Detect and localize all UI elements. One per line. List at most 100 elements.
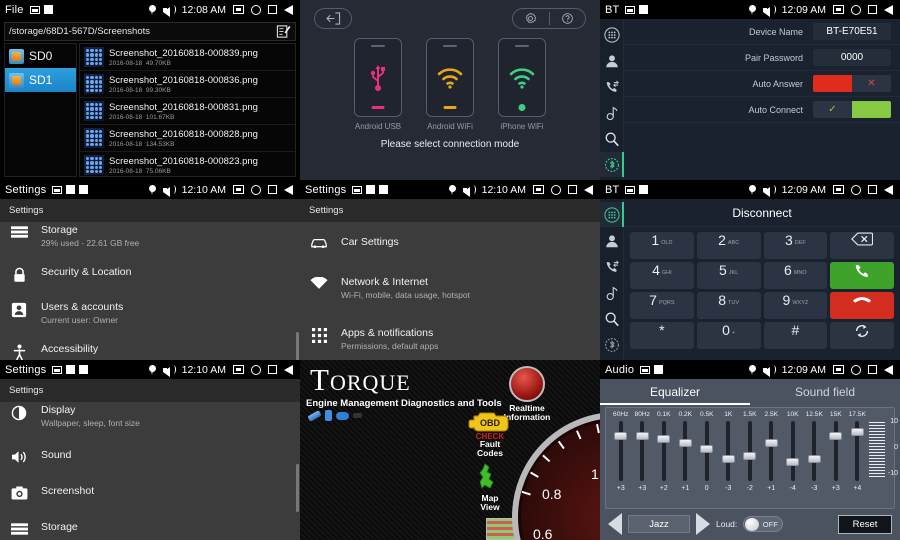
screenshot-icon[interactable] — [233, 5, 244, 14]
auto-answer-toggle[interactable]: ✕ — [813, 75, 891, 92]
scrollbar[interactable] — [296, 332, 299, 360]
settings-item-screenshot[interactable]: Screenshot — [0, 473, 300, 509]
home-icon[interactable] — [251, 5, 261, 15]
list-item[interactable]: Screenshot_20160818-000828.png 2016-08-1… — [80, 125, 295, 152]
reset-button[interactable]: Reset — [838, 515, 892, 534]
band-slider[interactable] — [855, 421, 859, 481]
sidebar-item-search[interactable] — [600, 306, 624, 331]
sidebar-item-contacts[interactable] — [600, 228, 624, 253]
path-bar[interactable]: /storage/68D1-567D/Screenshots — [4, 22, 296, 41]
key-5[interactable]: 5JKL — [697, 262, 761, 289]
drive-item-sd0[interactable]: SD0 — [5, 44, 76, 68]
settings-item-sound[interactable]: Sound — [0, 437, 300, 473]
band-slider[interactable] — [619, 421, 623, 481]
back-icon[interactable] — [884, 185, 893, 195]
sidebar-item-call-history[interactable] — [600, 74, 624, 99]
settings-item-storage[interactable]: Storage — [0, 509, 300, 540]
recents-icon[interactable] — [268, 185, 277, 194]
map-view-icon[interactable] — [468, 463, 512, 496]
band-slider[interactable] — [812, 421, 816, 481]
settings-item-car-settings[interactable]: Car Settings — [300, 222, 600, 258]
back-icon[interactable] — [284, 365, 293, 375]
sidebar-item-search[interactable] — [600, 126, 624, 151]
scrollbar[interactable] — [296, 464, 299, 512]
dialer-title[interactable]: Disconnect — [624, 199, 900, 227]
list-item[interactable]: Screenshot_20160818-000823.png 2016-08-1… — [80, 152, 295, 177]
band-slider[interactable] — [748, 421, 752, 481]
home-icon[interactable] — [251, 365, 261, 375]
home-icon[interactable] — [851, 185, 861, 195]
recents-icon[interactable] — [268, 365, 277, 374]
screenshot-icon[interactable] — [833, 185, 844, 194]
band-slider[interactable] — [769, 421, 773, 481]
back-icon[interactable] — [584, 185, 593, 195]
back-icon[interactable] — [884, 5, 893, 15]
key-0[interactable]: 0+ — [697, 322, 761, 349]
settings-item-apps-notifications[interactable]: Apps & notifications Permissions, defaul… — [300, 309, 600, 360]
screenshot-icon[interactable] — [833, 365, 844, 374]
device-name-field[interactable]: BT-E70E51 — [813, 23, 891, 40]
sidebar-item-music[interactable] — [600, 100, 624, 125]
sidebar-item-contacts[interactable] — [600, 48, 624, 73]
screenshot-icon[interactable] — [233, 365, 244, 374]
home-icon[interactable] — [851, 5, 861, 15]
sidebar-item-dialpad[interactable] — [600, 22, 624, 47]
mode-android-wifi[interactable]: Android WiFi — [426, 38, 474, 131]
settings-item-network-internet[interactable]: Network & Internet Wi-Fi, mobile, data u… — [300, 258, 600, 309]
key-1[interactable]: 1OLD — [630, 232, 694, 259]
call-button[interactable] — [830, 262, 894, 289]
key-7[interactable]: 7PQRS — [630, 292, 694, 319]
home-icon[interactable] — [551, 185, 561, 195]
obd-icon[interactable]: OBD — [468, 412, 512, 434]
help-icon[interactable] — [550, 12, 586, 25]
switch-audio-button[interactable] — [830, 322, 894, 349]
band-slider[interactable] — [640, 421, 644, 481]
backspace-button[interactable] — [830, 232, 894, 259]
key-8[interactable]: 8TUV — [697, 292, 761, 319]
key-3[interactable]: 3DEF — [764, 232, 828, 259]
recents-icon[interactable] — [568, 185, 577, 194]
edit-icon[interactable] — [276, 24, 291, 39]
sidebar-item-dialpad[interactable] — [600, 202, 624, 227]
key-4[interactable]: 4GHI — [630, 262, 694, 289]
list-item[interactable]: Screenshot_20160818-000839.png 2016-08-1… — [80, 44, 295, 71]
drive-item-sd1[interactable]: SD1 — [5, 68, 76, 92]
settings-item-users-accounts[interactable]: Users & accounts Current user: Owner — [0, 292, 300, 334]
settings-item-accessibility[interactable]: Accessibility — [0, 334, 300, 360]
band-slider[interactable] — [726, 421, 730, 481]
settings-item-display[interactable]: Display Wallpaper, sleep, font size — [0, 402, 300, 437]
back-icon[interactable] — [884, 365, 893, 375]
settings-list[interactable]: Car Settings Network & Internet Wi-Fi, m… — [300, 222, 600, 360]
key-6[interactable]: 6MNO — [764, 262, 828, 289]
realtime-gauge-icon[interactable] — [509, 366, 545, 402]
recents-icon[interactable] — [268, 5, 277, 14]
back-icon[interactable] — [284, 5, 293, 15]
next-preset-button[interactable] — [696, 513, 710, 535]
preset-display[interactable]: Jazz — [628, 515, 690, 533]
settings-list[interactable]: Storage 29% used - 22.61 GB free Securit… — [0, 222, 300, 360]
band-slider[interactable] — [662, 421, 666, 481]
prev-preset-button[interactable] — [608, 513, 622, 535]
loudness-toggle[interactable]: OFF — [743, 516, 783, 532]
band-slider[interactable] — [683, 421, 687, 481]
sidebar-item-call-history[interactable] — [600, 254, 624, 279]
screenshot-icon[interactable] — [833, 5, 844, 14]
home-icon[interactable] — [851, 365, 861, 375]
band-slider[interactable] — [834, 421, 838, 481]
band-slider[interactable] — [705, 421, 709, 481]
pair-password-field[interactable]: 0000 — [813, 49, 891, 66]
key-9[interactable]: 9WXYZ — [764, 292, 828, 319]
tab-equalizer[interactable]: Equalizer — [600, 379, 750, 405]
screenshot-icon[interactable] — [533, 185, 544, 194]
gear-icon[interactable] — [513, 12, 550, 25]
home-icon[interactable] — [251, 185, 261, 195]
recents-icon[interactable] — [868, 185, 877, 194]
mode-iphone-wifi[interactable]: iPhone WiFi — [498, 38, 546, 131]
tab-sound-field[interactable]: Sound field — [750, 379, 900, 405]
auto-connect-toggle[interactable]: ✓ — [813, 101, 891, 118]
recents-icon[interactable] — [868, 5, 877, 14]
hangup-button[interactable] — [830, 292, 894, 319]
sidebar-item-bluetooth[interactable] — [600, 152, 624, 177]
recents-icon[interactable] — [868, 365, 877, 374]
key-hash[interactable]: # — [764, 322, 828, 349]
